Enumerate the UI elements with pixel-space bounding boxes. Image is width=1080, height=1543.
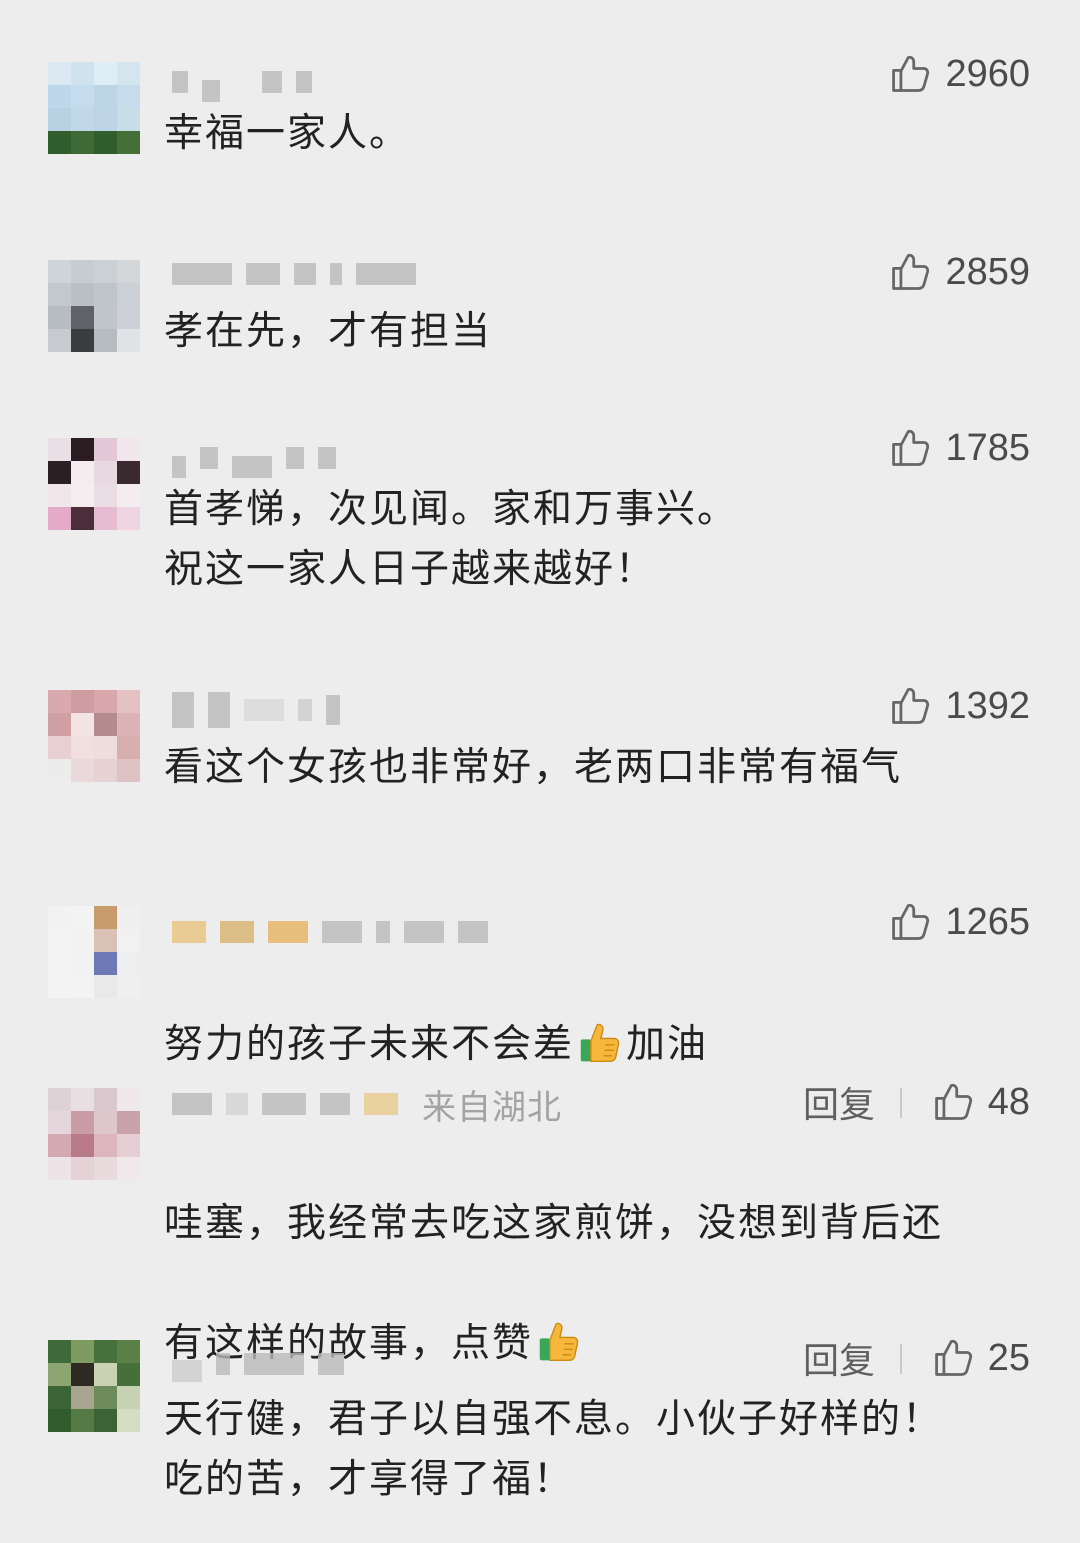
like-count: 2960: [945, 52, 1030, 95]
username-blurred[interactable]: [172, 688, 340, 732]
thumbs-up-icon: [889, 900, 933, 944]
avatar[interactable]: [48, 1088, 140, 1180]
username-blurred[interactable]: [172, 910, 488, 954]
like-count: 25: [987, 1336, 1030, 1379]
username-blurred[interactable]: [172, 60, 312, 104]
thumbs-up-icon: [889, 426, 933, 470]
avatar[interactable]: [48, 260, 140, 352]
thumbs-up-icon: [932, 1336, 976, 1380]
thumbs-up-icon: [889, 250, 933, 294]
comment-text: 看这个女孩也非常好，老两口非常有福气: [164, 745, 903, 790]
like-button[interactable]: 1392: [889, 682, 1030, 730]
thumbs-up-icon: [889, 684, 933, 728]
like-count: 1392: [945, 684, 1030, 727]
like-button[interactable]: 48: [932, 1078, 1030, 1126]
like-button[interactable]: 25: [932, 1334, 1030, 1382]
comment-text: 努力的孩子未来不会差 加油: [164, 955, 1020, 1075]
thumbs-up-emoji-icon: [578, 1021, 622, 1065]
comment-text: 首孝悌，次见闻。家和万事兴。 祝这一家人日子越来越好！: [164, 487, 739, 592]
avatar[interactable]: [48, 1340, 140, 1432]
comment-text: 孝在先，才有担当: [164, 309, 493, 354]
reply-button[interactable]: 回复: [803, 1334, 875, 1382]
divider: [900, 1088, 902, 1118]
avatar[interactable]: [48, 438, 140, 530]
location-label: 来自湖北: [422, 1087, 562, 1128]
username-blurred[interactable]: [172, 252, 416, 296]
username-blurred[interactable]: 来自湖北: [172, 1082, 562, 1128]
thumbs-up-emoji-icon: [537, 1320, 581, 1364]
comment-text-line: 哇塞，我经常去吃这家煎饼，没想到背后还: [164, 1201, 944, 1246]
like-button[interactable]: 1785: [889, 424, 1030, 472]
comment-text-part: 努力的孩子未来不会差: [164, 1022, 575, 1067]
thumbs-up-icon: [889, 52, 933, 96]
like-button[interactable]: 2960: [889, 50, 1030, 98]
username-blurred[interactable]: [172, 436, 336, 480]
like-count: 1785: [945, 426, 1030, 469]
like-count: 2859: [945, 250, 1030, 293]
username-blurred[interactable]: [172, 1342, 344, 1386]
thumbs-up-icon: [932, 1080, 976, 1124]
divider: [900, 1344, 902, 1374]
avatar[interactable]: [48, 62, 140, 154]
comment-text: 天行健，君子以自强不息。小伙子好样的！ 吃的苦，才享得了福！: [164, 1397, 944, 1502]
comment-text: 幸福一家人。: [164, 111, 411, 156]
comment-text: 哇塞，我经常去吃这家煎饼，没想到背后还 有这样的故事，点赞: [164, 1134, 1020, 1434]
reply-button[interactable]: 回复: [803, 1078, 875, 1126]
like-button[interactable]: 2859: [889, 248, 1030, 296]
avatar[interactable]: [48, 906, 140, 998]
like-button[interactable]: 1265: [889, 898, 1030, 946]
avatar[interactable]: [48, 690, 140, 782]
comment-text-part: 加油: [626, 1022, 709, 1067]
like-count: 48: [987, 1080, 1030, 1123]
like-count: 1265: [945, 900, 1030, 943]
